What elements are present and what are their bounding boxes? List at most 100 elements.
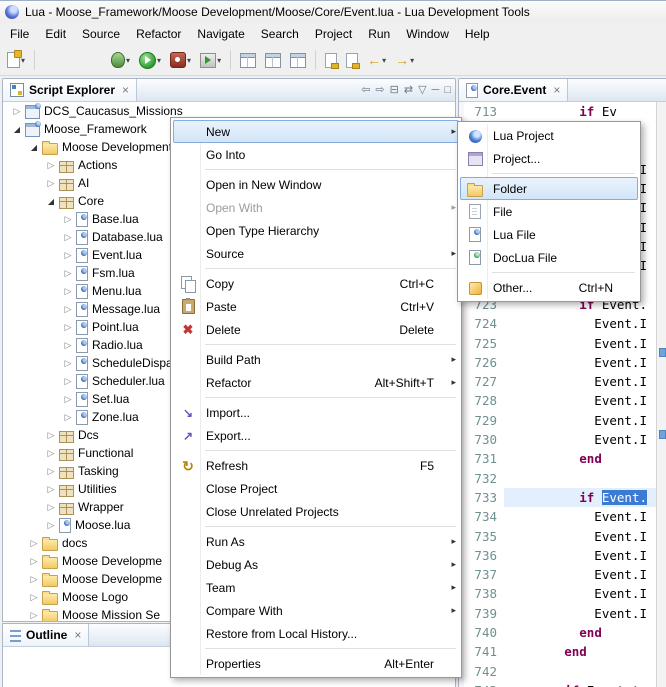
code-line-738[interactable]: 738 Event.I	[459, 584, 657, 603]
close-icon[interactable]: ×	[74, 628, 81, 642]
code-line-729[interactable]: 729 Event.I	[459, 411, 657, 430]
twisty-icon[interactable]: ▷	[26, 556, 42, 567]
code-line-736[interactable]: 736 Event.I	[459, 546, 657, 565]
twisty-icon[interactable]: ▷	[43, 484, 59, 495]
twisty-icon[interactable]: ▷	[43, 160, 59, 171]
dropdown-arrow-icon[interactable]: ▾	[157, 56, 161, 65]
menu-refactor[interactable]: Refactor	[128, 24, 189, 44]
code-line-737[interactable]: 737 Event.I	[459, 565, 657, 584]
external-tools-icon[interactable]: ▾	[197, 49, 224, 71]
context-menu-item-refresh[interactable]: ↻RefreshF5	[173, 454, 459, 477]
editor-toggle-1-icon[interactable]	[237, 50, 259, 71]
twisty-icon[interactable]: ▷	[43, 430, 59, 441]
new-submenu-item-folder[interactable]: Folder	[460, 177, 638, 200]
twisty-icon[interactable]: ▷	[60, 412, 76, 423]
link-with-editor-icon[interactable]: ⇄	[404, 85, 413, 96]
context-menu-item-debug-as[interactable]: Debug As▸	[173, 553, 459, 576]
tab-core-event[interactable]: Core.Event ×	[459, 79, 568, 101]
context-menu-item-refactor[interactable]: RefactorAlt+Shift+T▸	[173, 371, 459, 394]
twisty-icon[interactable]: ▷	[60, 232, 76, 243]
twisty-icon[interactable]: ▷	[26, 574, 42, 585]
twisty-icon[interactable]: ▷	[26, 538, 42, 549]
context-menu-item-close-unrelated-projects[interactable]: Close Unrelated Projects	[173, 500, 459, 523]
code-line-735[interactable]: 735 Event.I	[459, 527, 657, 546]
twisty-icon[interactable]: ▷	[60, 304, 76, 315]
context-menu-item-go-into[interactable]: Go Into	[173, 143, 459, 166]
new-submenu-item-file[interactable]: File	[460, 200, 638, 223]
menu-navigate[interactable]: Navigate	[189, 24, 252, 44]
menu-help[interactable]: Help	[457, 24, 498, 44]
context-menu-item-restore-from-local-history[interactable]: Restore from Local History...	[173, 622, 459, 645]
menu-edit[interactable]: Edit	[37, 24, 74, 44]
code-line-730[interactable]: 730 Event.I	[459, 430, 657, 449]
next-edit-location-icon[interactable]	[343, 50, 361, 71]
menu-project[interactable]: Project	[307, 24, 360, 44]
code-line-724[interactable]: 724 Event.I	[459, 314, 657, 333]
occurrence-marker[interactable]	[659, 430, 666, 439]
debug-icon[interactable]: ▾	[108, 49, 133, 71]
last-edit-location-icon[interactable]	[322, 50, 340, 71]
code-line-713[interactable]: 713 if Ev	[459, 102, 657, 121]
twisty-icon[interactable]: ▷	[43, 178, 59, 189]
menu-run[interactable]: Run	[360, 24, 398, 44]
context-menu-item-paste[interactable]: PasteCtrl+V	[173, 295, 459, 318]
context-menu-item-run-as[interactable]: Run As▸	[173, 530, 459, 553]
context-menu-item-close-project[interactable]: Close Project	[173, 477, 459, 500]
twisty-icon[interactable]: ◢	[43, 197, 59, 206]
twisty-icon[interactable]: ▷	[9, 106, 25, 117]
new-wizard-icon[interactable]: ▾	[4, 49, 28, 71]
dropdown-arrow-icon[interactable]: ▾	[382, 56, 386, 65]
view-menu-icon[interactable]: ▽	[418, 85, 426, 96]
new-submenu-item-other[interactable]: Other...Ctrl+N	[460, 276, 638, 299]
dropdown-arrow-icon[interactable]: ▾	[217, 56, 221, 65]
menu-window[interactable]: Window	[398, 24, 457, 44]
context-menu-item-properties[interactable]: PropertiesAlt+Enter	[173, 652, 459, 675]
context-menu-item-compare-with[interactable]: Compare With▸	[173, 599, 459, 622]
new-submenu-item-doclua-file[interactable]: DocLua File	[460, 246, 638, 269]
forward-history-icon[interactable]: →▾	[392, 50, 417, 70]
context-menu-item-build-path[interactable]: Build Path▸	[173, 348, 459, 371]
tab-script-explorer[interactable]: Script Explorer ×	[3, 79, 137, 101]
back-history-icon[interactable]: ←▾	[364, 50, 389, 70]
forward-icon[interactable]: ⇨	[375, 85, 384, 96]
code-line-725[interactable]: 725 Event.I	[459, 334, 657, 353]
twisty-icon[interactable]: ◢	[26, 143, 42, 152]
code-line-739[interactable]: 739 Event.I	[459, 604, 657, 623]
twisty-icon[interactable]: ◢	[9, 125, 25, 134]
twisty-icon[interactable]: ▷	[60, 340, 76, 351]
new-submenu-item-lua-project[interactable]: Lua Project	[460, 124, 638, 147]
new-submenu-item-project[interactable]: Project...	[460, 147, 638, 170]
twisty-icon[interactable]: ▷	[26, 610, 42, 621]
maximize-icon[interactable]: □	[444, 85, 451, 96]
context-menu-item-source[interactable]: Source▸	[173, 242, 459, 265]
twisty-icon[interactable]: ▷	[43, 502, 59, 513]
code-line-733[interactable]: 733 if Event.	[459, 488, 657, 507]
back-icon[interactable]: ⇦	[361, 85, 370, 96]
editor-toggle-3-icon[interactable]	[287, 50, 309, 71]
code-line-727[interactable]: 727 Event.I	[459, 372, 657, 391]
twisty-icon[interactable]: ▷	[43, 448, 59, 459]
code-line-742[interactable]: 742	[459, 662, 657, 681]
twisty-icon[interactable]: ▷	[43, 520, 59, 531]
menu-file[interactable]: File	[2, 24, 37, 44]
context-menu-item-copy[interactable]: CopyCtrl+C	[173, 272, 459, 295]
context-menu-item-export[interactable]: ↗Export...	[173, 424, 459, 447]
twisty-icon[interactable]: ▷	[43, 466, 59, 477]
menu-source[interactable]: Source	[74, 24, 128, 44]
collapse-all-icon[interactable]: ⊟	[390, 85, 399, 96]
dropdown-arrow-icon[interactable]: ▾	[126, 56, 130, 65]
new-submenu-item-lua-file[interactable]: Lua File	[460, 223, 638, 246]
twisty-icon[interactable]: ▷	[60, 358, 76, 369]
twisty-icon[interactable]: ▷	[60, 214, 76, 225]
minimize-icon[interactable]: ─	[432, 85, 440, 96]
code-line-726[interactable]: 726 Event.I	[459, 353, 657, 372]
code-line-731[interactable]: 731 end	[459, 449, 657, 468]
code-line-743[interactable]: 743 if Event.ta	[459, 681, 657, 687]
overview-ruler[interactable]	[656, 102, 666, 687]
code-line-741[interactable]: 741 end	[459, 642, 657, 661]
context-menu-item-team[interactable]: Team▸	[173, 576, 459, 599]
dropdown-arrow-icon[interactable]: ▾	[187, 56, 191, 65]
context-menu-item-import[interactable]: ↘Import...	[173, 401, 459, 424]
twisty-icon[interactable]: ▷	[60, 286, 76, 297]
run-icon[interactable]: ▾	[136, 49, 164, 72]
